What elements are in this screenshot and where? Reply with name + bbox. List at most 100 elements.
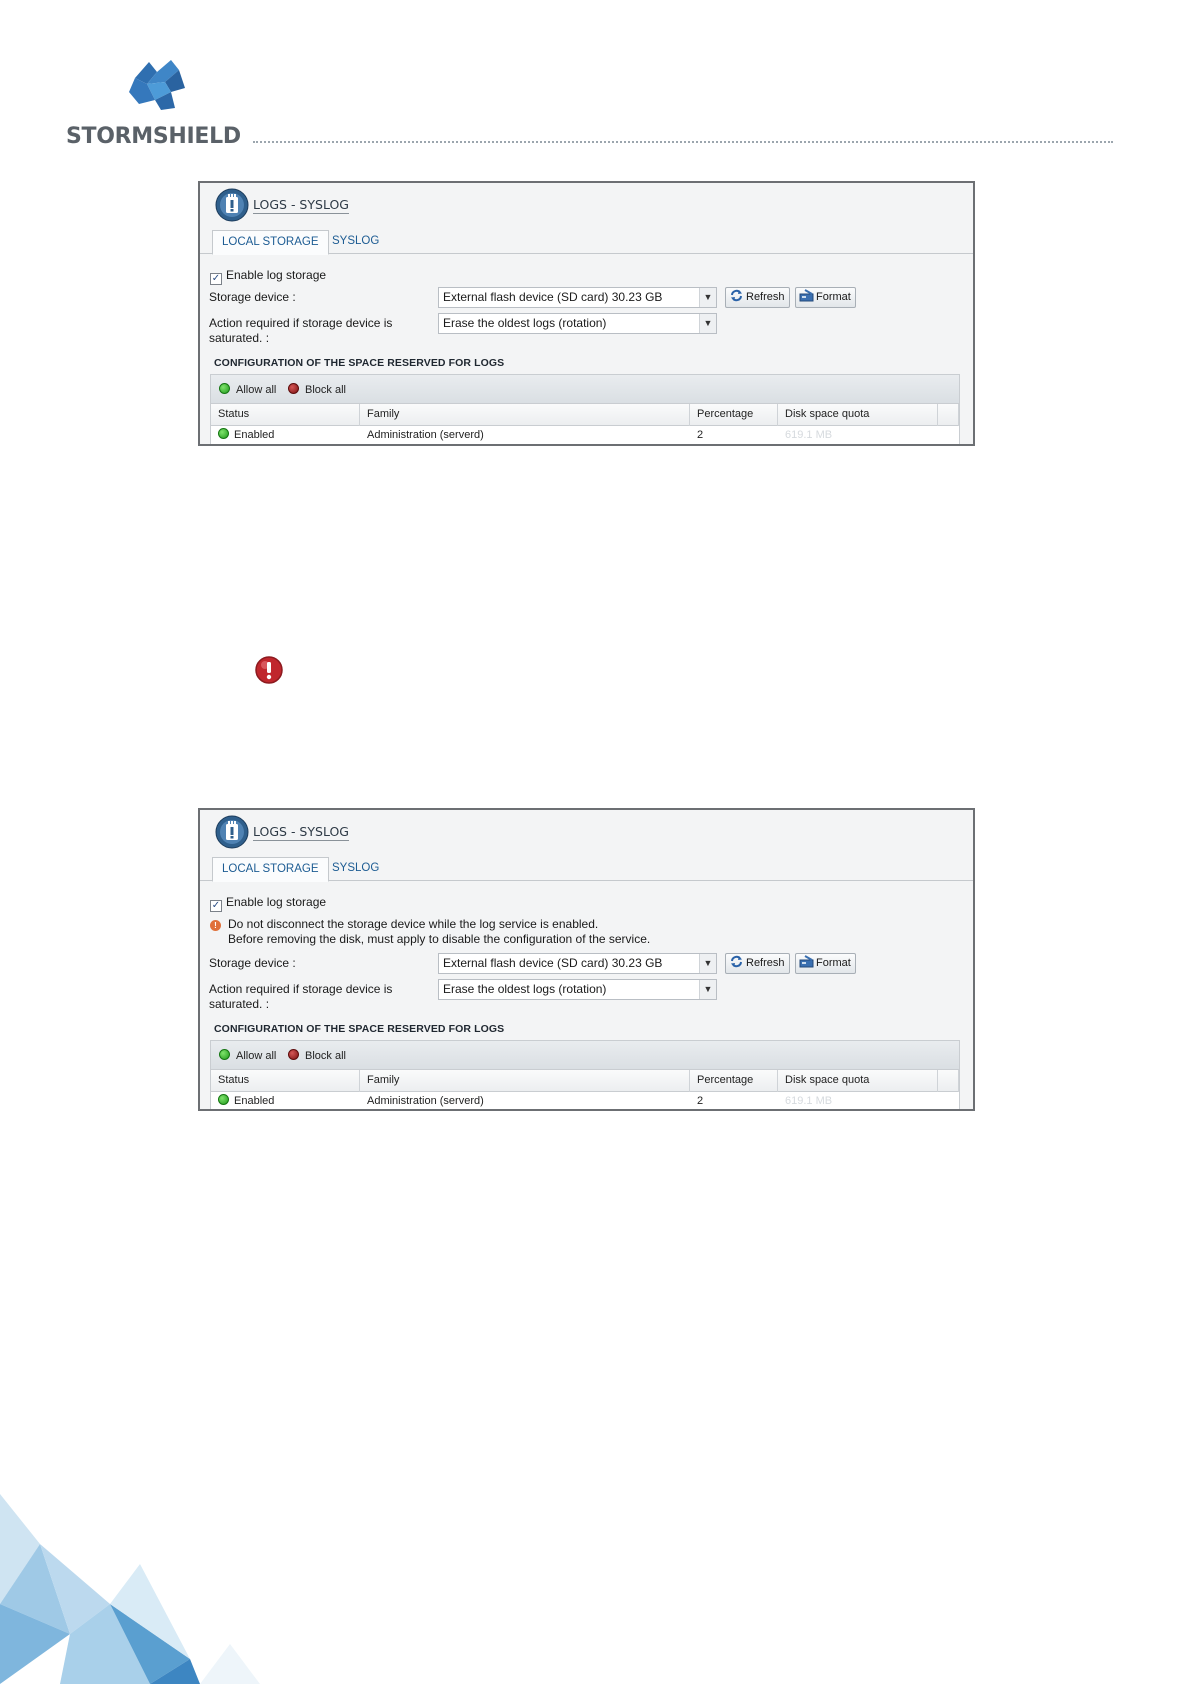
panel-header: LOGS - SYSLOG [200,810,973,854]
column-header-status[interactable]: Status [211,1070,360,1092]
percentage-cell[interactable]: 2 [690,426,778,444]
quota-cell: 619.1 MB [785,429,833,441]
decorative-polygon-corner [0,1494,260,1684]
green-status-icon [219,1049,230,1060]
column-header-status[interactable]: Status [211,404,360,426]
action-required-value: Erase the oldest logs (rotation) [443,982,607,996]
column-header-disk-space-quota[interactable]: Disk space quota [778,1070,938,1092]
column-header-spacer [938,404,959,426]
brand-name: STORMSHIELD [66,124,241,149]
column-header-percentage[interactable]: Percentage [690,1070,778,1092]
allow-all-label: Allow all [236,384,277,396]
panel-title: LOGS - SYSLOG [253,197,349,214]
action-required-label-line1: Action required if storage device is [209,316,393,330]
storage-device-value: External flash device (SD card) 30.23 GB [443,290,663,304]
tab-bar: LOCAL STORAGE SYSLOG [200,857,973,882]
refresh-button[interactable]: Refresh [725,953,790,974]
enable-log-storage-row[interactable]: ✓ Enable log storage [210,895,326,912]
format-label: Format [816,291,851,303]
status-value: Enabled [234,429,275,441]
block-all-button[interactable]: Block all [288,383,346,396]
format-disk-icon [799,955,814,968]
chevron-down-icon[interactable]: ▼ [699,314,716,333]
status-cell: Enabled [211,426,360,444]
tab-local-storage[interactable]: LOCAL STORAGE [212,857,329,882]
enable-log-storage-checkbox[interactable]: ✓ [210,900,222,912]
enable-log-storage-label: Enable log storage [226,268,327,282]
storage-device-label: Storage device : [209,290,296,304]
column-header-spacer [938,1070,959,1092]
storage-device-label: Storage device : [209,956,296,970]
important-alert-icon [255,656,283,684]
log-families-grid: Allow all Block all Status Family Percen… [210,1040,960,1109]
family-cell: Administration (serverd) [367,1095,484,1107]
logs-module-icon [215,815,249,849]
panel-title: LOGS - SYSLOG [253,824,349,841]
chevron-down-icon[interactable]: ▼ [699,954,716,973]
red-status-icon [288,1049,299,1060]
column-header-disk-space-quota[interactable]: Disk space quota [778,404,938,426]
format-button[interactable]: Format [795,287,856,308]
section-title: CONFIGURATION OF THE SPACE RESERVED FOR … [214,1023,505,1035]
format-disk-icon [799,289,814,302]
column-header-family[interactable]: Family [360,404,690,426]
warning-line-1: Do not disconnect the storage device whi… [228,917,599,931]
enable-log-storage-checkbox[interactable]: ✓ [210,273,222,285]
tab-bar: LOCAL STORAGE SYSLOG [200,230,973,255]
storage-device-value: External flash device (SD card) 30.23 GB [443,956,663,970]
grid-toolbar: Allow all Block all [211,375,959,404]
table-row[interactable]: Enabled Administration (serverd) 2 619.1… [211,426,959,444]
action-required-label-line2: saturated. : [209,997,270,1011]
enable-log-storage-label: Enable log storage [226,895,327,909]
action-required-label: Action required if storage device is sat… [209,316,392,346]
status-cell: Enabled [211,1092,360,1109]
refresh-label: Refresh [746,291,785,303]
panel-header: LOGS - SYSLOG [200,183,973,227]
allow-all-label: Allow all [236,1050,277,1062]
logs-syslog-panel-1: LOGS - SYSLOG LOCAL STORAGE SYSLOG ✓ Enab… [198,181,975,446]
percentage-cell[interactable]: 2 [690,1092,778,1109]
status-value: Enabled [234,1095,275,1107]
block-all-label: Block all [305,1050,346,1062]
block-all-label: Block all [305,384,346,396]
column-header-family[interactable]: Family [360,1070,690,1092]
action-required-select[interactable]: Erase the oldest logs (rotation) ▼ [438,979,717,1000]
green-status-icon [219,383,230,394]
storage-device-select[interactable]: External flash device (SD card) 30.23 GB… [438,287,717,308]
allow-all-button[interactable]: Allow all [219,383,276,396]
grid-header: Status Family Percentage Disk space quot… [211,404,959,426]
tab-syslog[interactable]: SYSLOG [323,857,388,882]
enable-log-storage-row[interactable]: ✓ Enable log storage [210,268,326,285]
disconnect-warning: ! Do not disconnect the storage device w… [210,917,650,947]
action-required-select[interactable]: Erase the oldest logs (rotation) ▼ [438,313,717,334]
tab-syslog[interactable]: SYSLOG [323,230,388,255]
action-required-label-line2: saturated. : [209,331,270,345]
logs-module-icon [215,188,249,222]
tab-local-storage[interactable]: LOCAL STORAGE [212,230,329,255]
family-cell: Administration (serverd) [367,429,484,441]
refresh-icon [731,289,742,302]
block-all-button[interactable]: Block all [288,1049,346,1062]
format-button[interactable]: Format [795,953,856,974]
chevron-down-icon[interactable]: ▼ [699,288,716,307]
grid-toolbar: Allow all Block all [211,1041,959,1070]
refresh-button[interactable]: Refresh [725,287,790,308]
enabled-status-icon [218,1094,229,1105]
header-divider [253,141,1113,143]
refresh-label: Refresh [746,957,785,969]
column-header-percentage[interactable]: Percentage [690,404,778,426]
red-status-icon [288,383,299,394]
quota-cell: 619.1 MB [785,1095,833,1107]
log-families-grid: Allow all Block all Status Family Percen… [210,374,960,444]
warning-icon: ! [210,920,221,931]
stormshield-logo-icon [129,60,185,110]
action-required-value: Erase the oldest logs (rotation) [443,316,607,330]
table-row[interactable]: Enabled Administration (serverd) 2 619.1… [211,1092,959,1109]
enabled-status-icon [218,428,229,439]
storage-device-select[interactable]: External flash device (SD card) 30.23 GB… [438,953,717,974]
warning-line-2: Before removing the disk, must apply to … [228,932,651,946]
grid-header: Status Family Percentage Disk space quot… [211,1070,959,1092]
logs-syslog-panel-2: LOGS - SYSLOG LOCAL STORAGE SYSLOG ✓ Enab… [198,808,975,1111]
allow-all-button[interactable]: Allow all [219,1049,276,1062]
chevron-down-icon[interactable]: ▼ [699,980,716,999]
